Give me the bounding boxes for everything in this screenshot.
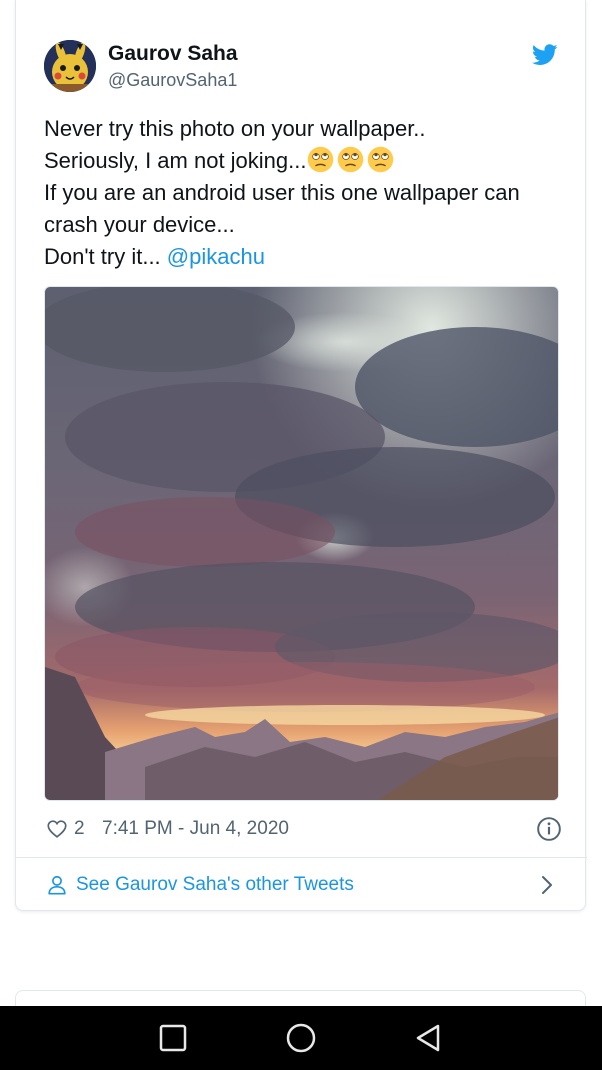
tweet-text-line: crash your device... bbox=[44, 212, 235, 237]
person-icon bbox=[48, 875, 66, 895]
info-icon[interactable] bbox=[536, 816, 562, 842]
tweet-text-line: Don't try it... @pikachu bbox=[44, 241, 564, 273]
see-other-tweets-label: See Gaurov Saha's other Tweets bbox=[76, 874, 354, 895]
tweet-text-fragment: Don't try it... bbox=[44, 244, 167, 269]
chevron-right-icon bbox=[542, 876, 552, 894]
circle-icon[interactable] bbox=[285, 1022, 317, 1054]
avatar[interactable] bbox=[44, 40, 96, 92]
face-with-rolling-eyes-icon bbox=[337, 146, 363, 173]
heart-icon[interactable] bbox=[46, 818, 68, 840]
mention-link[interactable]: @pikachu bbox=[167, 244, 265, 269]
like-count: 2 bbox=[74, 818, 85, 839]
see-other-tweets-link[interactable]: See Gaurov Saha's other Tweets bbox=[16, 858, 587, 911]
tweet-timestamp[interactable]: 7:41 PM - Jun 4, 2020 bbox=[102, 818, 289, 840]
author-name[interactable]: Gaurov Saha bbox=[108, 42, 238, 66]
avatar-image bbox=[44, 40, 96, 92]
face-with-rolling-eyes-icon bbox=[367, 146, 393, 173]
page: Gaurov Saha @GaurovSaha1 Never try this … bbox=[0, 0, 602, 1070]
tweet-photo[interactable] bbox=[44, 286, 559, 801]
face-with-rolling-eyes-icon bbox=[307, 146, 333, 173]
tweet-text: Never try this photo on your wallpaper..… bbox=[44, 113, 564, 273]
sunset-clouds-photo bbox=[45, 287, 558, 800]
android-navigation-bar bbox=[0, 1006, 602, 1070]
tweet-text-line: Never try this photo on your wallpaper.. bbox=[44, 116, 426, 141]
triangle-back-icon[interactable] bbox=[412, 1022, 444, 1054]
tweet-text-line: Seriously, I am not joking... bbox=[44, 145, 564, 177]
twitter-bird-icon[interactable] bbox=[532, 44, 558, 66]
tweet-text-line: If you are an android user this one wall… bbox=[44, 180, 520, 205]
tweet-text-fragment: Seriously, I am not joking... bbox=[44, 148, 307, 173]
author-handle[interactable]: @GaurovSaha1 bbox=[108, 70, 237, 91]
tweet-meta: 2 7:41 PM - Jun 4, 2020 bbox=[44, 815, 564, 845]
square-icon[interactable] bbox=[157, 1022, 189, 1054]
tweet-card: Gaurov Saha @GaurovSaha1 Never try this … bbox=[15, 0, 587, 911]
